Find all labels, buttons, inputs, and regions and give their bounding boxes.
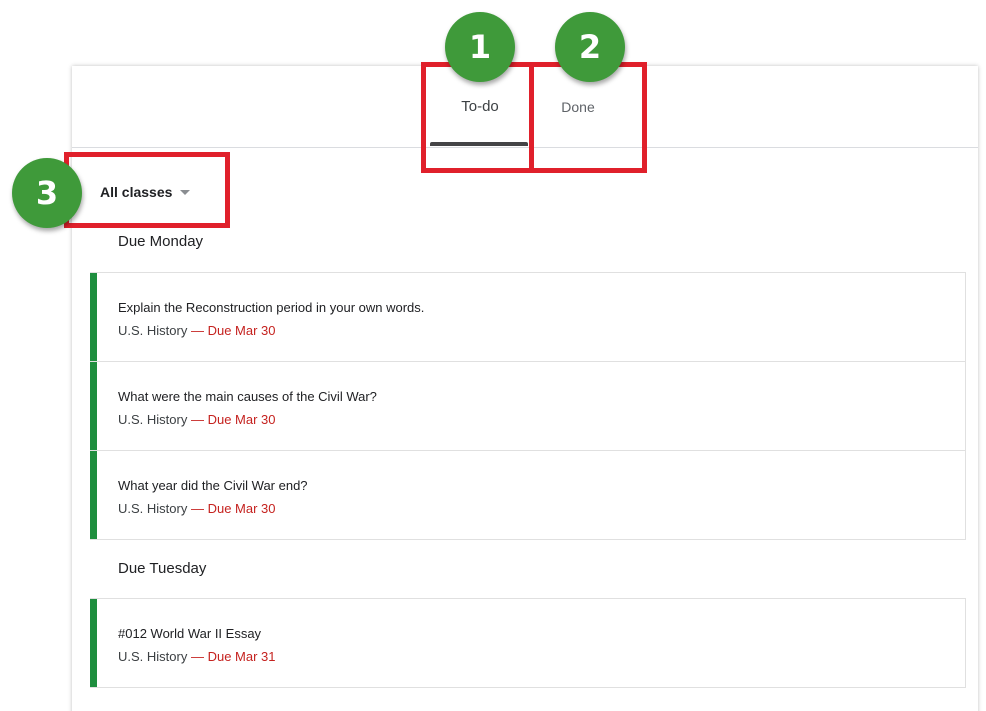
class-filter-value: All classes bbox=[100, 184, 173, 200]
callout-badge-3: 3 bbox=[12, 158, 82, 228]
assignment-meta: U.S. History — Due Mar 30 bbox=[118, 412, 276, 427]
assignment-class: U.S. History bbox=[118, 649, 188, 664]
group-heading-monday: Due Monday bbox=[118, 233, 204, 250]
assignment-separator: — bbox=[190, 501, 204, 516]
assignment-meta: U.S. History — Due Mar 30 bbox=[118, 323, 276, 338]
list-item[interactable]: #012 World War II Essay U.S. History — D… bbox=[90, 599, 965, 687]
assignment-separator: — bbox=[190, 412, 204, 427]
assignment-due-date: Due Mar 30 bbox=[207, 412, 276, 427]
assignment-separator: — bbox=[190, 649, 204, 664]
item-accent-bar bbox=[90, 451, 97, 539]
list-item[interactable]: What year did the Civil War end? U.S. Hi… bbox=[90, 451, 965, 539]
callout-badge-1: 1 bbox=[445, 12, 515, 82]
list-item[interactable]: What were the main causes of the Civil W… bbox=[90, 362, 965, 451]
assignment-list-tuesday: #012 World War II Essay U.S. History — D… bbox=[90, 598, 966, 688]
assignment-class: U.S. History bbox=[118, 501, 188, 516]
item-accent-bar bbox=[90, 599, 97, 687]
tab-bar: To-do Done bbox=[72, 66, 978, 148]
screenshot-stage: To-do Done All classes Due Monday Explai… bbox=[0, 0, 986, 711]
active-tab-indicator bbox=[430, 142, 528, 146]
assignment-class: U.S. History bbox=[118, 412, 188, 427]
callout-badge-2: 2 bbox=[555, 12, 625, 82]
assignment-list-monday: Explain the Reconstruction period in you… bbox=[90, 272, 966, 540]
item-accent-bar bbox=[90, 273, 97, 361]
assignment-due-date: Due Mar 31 bbox=[207, 649, 276, 664]
assignment-due-date: Due Mar 30 bbox=[207, 501, 276, 516]
assignment-title: #012 World War II Essay bbox=[118, 626, 262, 641]
assignment-due-date: Due Mar 30 bbox=[207, 323, 276, 338]
assignment-title: Explain the Reconstruction period in you… bbox=[118, 300, 425, 315]
assignment-title: What year did the Civil War end? bbox=[118, 478, 308, 493]
class-filter-dropdown[interactable]: All classes bbox=[100, 184, 191, 200]
tab-done-label: Done bbox=[561, 98, 595, 115]
assignment-meta: U.S. History — Due Mar 31 bbox=[118, 649, 276, 664]
caret-down-icon bbox=[180, 189, 191, 195]
group-heading-tuesday: Due Tuesday bbox=[118, 560, 207, 577]
assignment-separator: — bbox=[190, 323, 204, 338]
list-item[interactable]: Explain the Reconstruction period in you… bbox=[90, 273, 965, 362]
assignment-meta: U.S. History — Due Mar 30 bbox=[118, 501, 276, 516]
item-accent-bar bbox=[90, 362, 97, 450]
assignment-title: What were the main causes of the Civil W… bbox=[118, 389, 377, 404]
tab-todo-label: To-do bbox=[461, 98, 499, 115]
assignment-class: U.S. History bbox=[118, 323, 188, 338]
